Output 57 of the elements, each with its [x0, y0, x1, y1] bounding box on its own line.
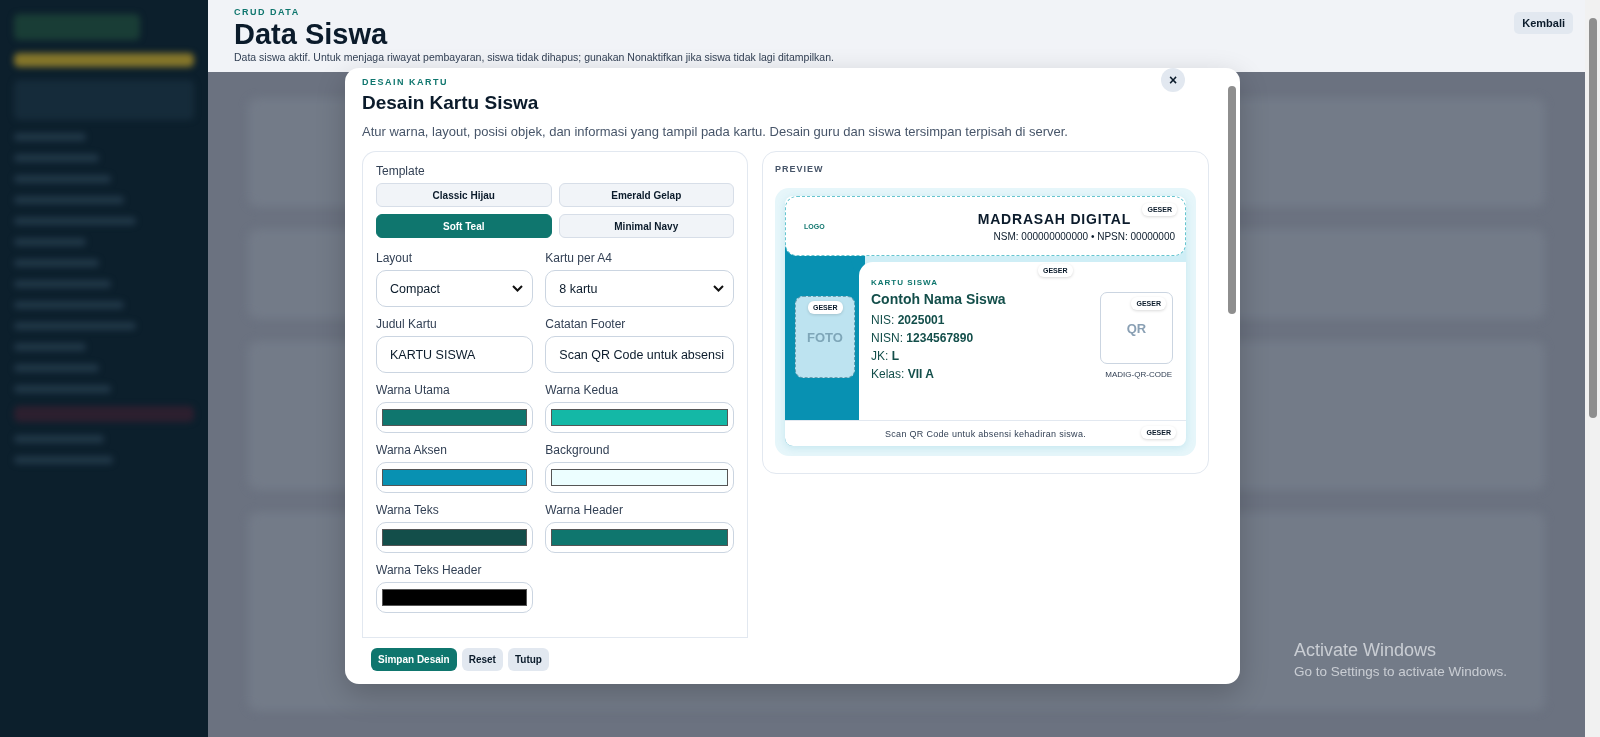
- select-field[interactable]: Compact: [376, 270, 534, 307]
- field-label: Warna Aksen: [376, 443, 448, 457]
- preview-label: PREVIEW: [775, 164, 825, 174]
- page-title: Data Siswa: [234, 17, 389, 51]
- color-field[interactable]: [376, 522, 534, 553]
- color-field[interactable]: [545, 462, 734, 493]
- color-field[interactable]: [376, 582, 534, 613]
- chevron-down-icon: [512, 285, 524, 292]
- student-detail: JK: L: [871, 349, 900, 363]
- student-name: Contoh Nama Siswa: [871, 291, 1006, 307]
- color-field[interactable]: [376, 462, 534, 493]
- field-label: Warna Kedua: [545, 383, 620, 397]
- section-eyebrow: CRUD DATA: [234, 7, 300, 17]
- field-label: Kartu per A4: [545, 251, 614, 265]
- dialog-scrollbar[interactable]: [1228, 86, 1236, 314]
- dialog-eyebrow: DESAIN KARTU: [362, 77, 448, 87]
- dialog-button[interactable]: Simpan Desain: [371, 648, 457, 671]
- chevron-down-icon: [713, 285, 724, 292]
- student-detail: Kelas: VII A: [871, 367, 934, 381]
- template-button[interactable]: Soft Teal: [376, 214, 552, 238]
- template-button[interactable]: Minimal Navy: [558, 214, 734, 238]
- dialog-description: Atur warna, layout, posisi objek, dan informasi yang tampil pada kartu. Desain guru dan siswa tersimpan terpisah di server.: [362, 124, 1069, 139]
- qr-caption: MADIG-QR-CODE: [1105, 370, 1172, 379]
- field-label: Warna Teks: [376, 503, 440, 517]
- page-scrollbar[interactable]: [1585, 0, 1600, 737]
- photo-label: FOTO: [807, 329, 843, 345]
- field-label: Judul Kartu: [376, 317, 438, 331]
- dialog-button[interactable]: Tutup: [507, 648, 549, 671]
- template-button[interactable]: Emerald Gelap: [558, 183, 734, 207]
- field-label: Warna Header: [545, 503, 624, 517]
- color-field[interactable]: [545, 402, 734, 433]
- template-button[interactable]: Classic Hijau: [376, 183, 552, 207]
- color-field[interactable]: [376, 402, 534, 433]
- footer-text: Scan QR Code untuk absensi kehadiran siswa.: [885, 428, 1086, 439]
- card-title: KARTU SISWA: [871, 278, 938, 287]
- back-button[interactable]: Kembali: [1514, 12, 1573, 34]
- activation-subtitle: Go to Settings to activate Windows.: [1294, 664, 1508, 679]
- school-name: MADRASAH DIGITAL: [977, 210, 1131, 227]
- dialog-button[interactable]: Reset: [461, 648, 503, 671]
- field-label: Background: [545, 443, 611, 457]
- student-detail: NIS: 2025001: [871, 313, 945, 327]
- qr-label: QR: [1126, 320, 1147, 336]
- school-ids: NSM: 000000000000 • NPSN: 00000000: [993, 230, 1175, 242]
- field-label: Catatan Footer: [545, 317, 627, 331]
- field-label: Warna Teks Header: [376, 563, 483, 577]
- input-field[interactable]: KARTU SISWA: [376, 336, 534, 373]
- select-field[interactable]: 8 kartu: [545, 270, 734, 307]
- activation-title: Activate Windows: [1294, 640, 1438, 661]
- input-field[interactable]: Scan QR Code untuk absensi: [545, 336, 734, 373]
- dialog-title: Desain Kartu Siswa: [362, 92, 540, 114]
- field-label: Warna Utama: [376, 383, 451, 397]
- student-detail: NISN: 1234567890: [871, 331, 974, 345]
- field-label: Layout: [376, 251, 414, 265]
- color-field[interactable]: [545, 522, 734, 553]
- field-label: Template: [376, 164, 426, 178]
- page-description: Data siswa aktif. Untuk menjaga riwayat pembayaran, siswa tidak dihapus; gunakan Nonaktifkan jika siswa tidak lagi ditampilkan.: [234, 51, 834, 63]
- close-button[interactable]: ×: [1161, 68, 1185, 92]
